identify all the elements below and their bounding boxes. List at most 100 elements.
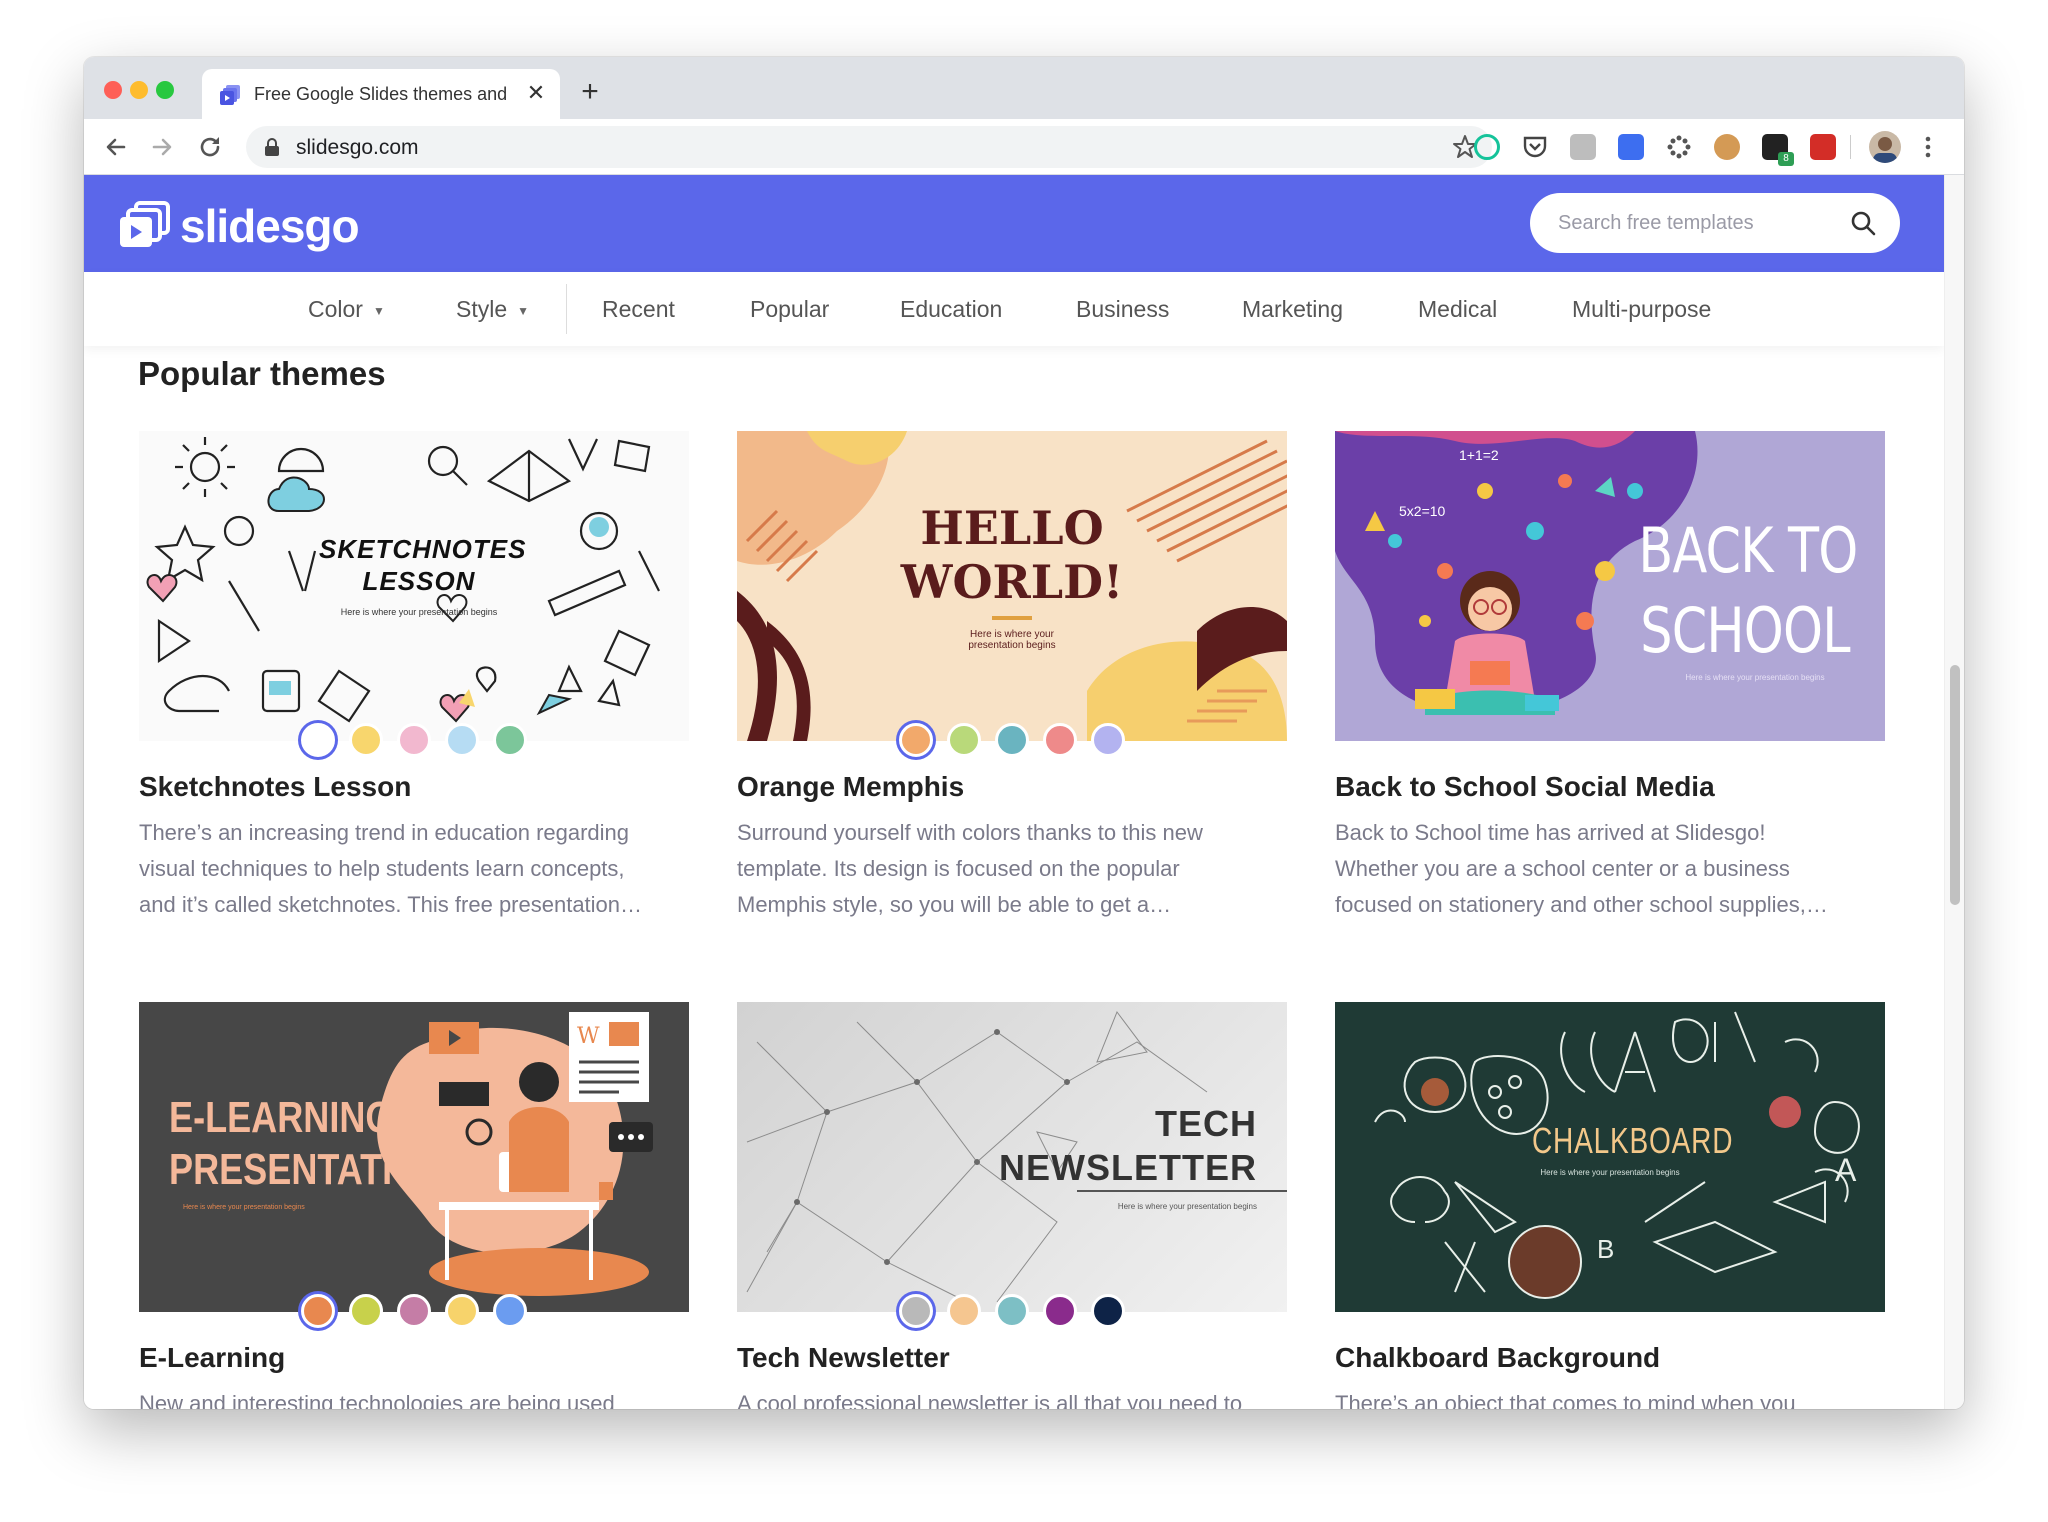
profile-avatar[interactable]: [1869, 131, 1901, 163]
swatch-pink[interactable]: [397, 723, 431, 757]
swatch-green[interactable]: [493, 723, 527, 757]
extension-badge: 8: [1778, 152, 1794, 166]
minimize-window-button[interactable]: [130, 81, 148, 99]
nav-multipurpose[interactable]: Multi-purpose: [1572, 296, 1711, 323]
nav-marketing[interactable]: Marketing: [1242, 296, 1343, 323]
card-title[interactable]: Sketchnotes Lesson: [139, 771, 411, 803]
swatch-orange[interactable]: [301, 1294, 335, 1328]
tab-bar: Free Google Slides themes and ✕ +: [84, 57, 1964, 119]
swatch-purple[interactable]: [1043, 1294, 1077, 1328]
swatch-orange[interactable]: [899, 723, 933, 757]
slidesgo-logo[interactable]: slidesgo: [120, 200, 380, 252]
tab-title: Free Google Slides themes and: [254, 84, 508, 104]
swatch-mauve[interactable]: [397, 1294, 431, 1328]
swatch-teal[interactable]: [995, 1294, 1029, 1328]
card-title[interactable]: Orange Memphis: [737, 771, 964, 803]
swatch-lavender[interactable]: [1091, 723, 1125, 757]
new-tab-button[interactable]: +: [574, 77, 606, 109]
card-description: Back to School time has arrived at Slide…: [1335, 820, 1828, 917]
card-title[interactable]: E-Learning: [139, 1342, 285, 1374]
thumb-subtitle: Here is where your presentation begins: [1540, 1168, 1680, 1177]
dashlane-extension-icon[interactable]: 8: [1762, 134, 1794, 166]
swatch-peach[interactable]: [947, 1294, 981, 1328]
color-swatches: [139, 723, 689, 761]
swatch-gray[interactable]: [899, 1294, 933, 1328]
thumb-subtitle: Here is where your presentation begins: [183, 1204, 305, 1211]
swatch-lime[interactable]: [947, 723, 981, 757]
logo-text: slidesgo: [180, 200, 360, 252]
color-swatches: [737, 723, 1287, 761]
search-icon[interactable]: [1850, 210, 1876, 236]
address-bar[interactable]: slidesgo.com: [246, 126, 1492, 168]
swatch-yellow[interactable]: [349, 723, 383, 757]
card-description: Surround yourself with colors thanks to …: [737, 820, 1203, 917]
swatch-blue[interactable]: [493, 1294, 527, 1328]
theme-thumbnail[interactable]: HELLO WORLD! Here is where your presenta…: [737, 431, 1287, 741]
card-description: There’s an increasing trend in education…: [139, 820, 643, 917]
swatch-teal[interactable]: [995, 723, 1029, 757]
swatch-white[interactable]: [301, 723, 335, 757]
nav-popular[interactable]: Popular: [750, 296, 829, 323]
lastpass-extension-icon[interactable]: [1810, 134, 1836, 160]
thumb-title-line-2: NEWSLETTER: [999, 1147, 1257, 1188]
nav-education[interactable]: Education: [900, 296, 1002, 323]
thumb-title-line-1: CHALKBOARD: [1532, 1120, 1734, 1161]
thumb-title-line-1: E-LEARNING: [169, 1093, 394, 1142]
page-scrollbar[interactable]: [1944, 175, 1964, 1409]
card-title[interactable]: Tech Newsletter: [737, 1342, 950, 1374]
swatch-olive[interactable]: [349, 1294, 383, 1328]
nav-style-label: Style: [456, 296, 508, 322]
theme-thumbnail[interactable]: SKETCHNOTES LESSON Here is where your pr…: [139, 431, 689, 741]
timer-extension-icon[interactable]: [1618, 134, 1644, 160]
caret-down-icon: ▼: [517, 303, 530, 318]
search-box[interactable]: [1530, 193, 1900, 253]
grammarly-extension-icon[interactable]: [1474, 134, 1500, 160]
scrollbar-thumb[interactable]: [1950, 665, 1960, 905]
card-description: New and interesting technologies are bei…: [139, 1391, 615, 1409]
section-title: Popular themes: [138, 355, 386, 392]
caret-down-icon: ▼: [372, 303, 385, 318]
forward-arrow-icon[interactable]: [146, 131, 178, 163]
search-input[interactable]: [1558, 207, 1848, 239]
tab-close-icon[interactable]: ✕: [522, 79, 550, 107]
maximize-window-button[interactable]: [156, 81, 174, 99]
pocket-extension-icon[interactable]: [1522, 134, 1548, 160]
back-arrow-icon[interactable]: [100, 131, 132, 163]
nav-color-dropdown[interactable]: Color ▼: [308, 296, 385, 323]
thumb-math-text: 5x2=10: [1399, 503, 1446, 519]
thumb-subtitle: Here is where your presentation begins: [340, 607, 498, 617]
reload-icon[interactable]: [194, 131, 226, 163]
theme-thumbnail[interactable]: TECH NEWSLETTER Here is where your prese…: [737, 1002, 1287, 1312]
nav-business[interactable]: Business: [1076, 296, 1169, 323]
browser-tab[interactable]: Free Google Slides themes and ✕: [202, 69, 560, 119]
kami-extension-icon[interactable]: [1570, 134, 1596, 160]
thumb-math-text: 1+1=2: [1459, 447, 1499, 463]
swatch-light-blue[interactable]: [445, 723, 479, 757]
grid-extension-icon[interactable]: [1666, 134, 1692, 160]
avatar-icon: [1873, 137, 1897, 163]
swatch-yellow[interactable]: [445, 1294, 479, 1328]
thumb-letter: B: [1597, 1234, 1615, 1264]
thumb-title-line-2: SCHOOL: [1640, 594, 1850, 667]
card-title[interactable]: Chalkboard Background: [1335, 1342, 1660, 1374]
cookie-extension-icon[interactable]: [1714, 134, 1740, 160]
thumb-title-line-1: TECH: [1155, 1103, 1257, 1144]
site-header: slidesgo: [84, 175, 1944, 272]
thumb-title-line-2: LESSON: [362, 566, 476, 596]
nav-recent[interactable]: Recent: [602, 296, 675, 323]
theme-thumbnail[interactable]: E-LEARNING PRESENTATION Here is where yo…: [139, 1002, 689, 1312]
theme-thumbnail[interactable]: CHALKBOARD Here is where your presentati…: [1335, 1002, 1885, 1312]
card-title[interactable]: Back to School Social Media: [1335, 771, 1715, 803]
thumb-letter: W: [577, 1024, 600, 1049]
close-window-button[interactable]: [104, 81, 122, 99]
nav-medical[interactable]: Medical: [1418, 296, 1497, 323]
thumb-title-line-2: PRESENTATION: [169, 1145, 447, 1194]
browser-toolbar: slidesgo.com 8: [84, 119, 1964, 175]
thumb-subtitle: Here is where your presentation begins: [1685, 673, 1825, 682]
theme-thumbnail[interactable]: BACK TO SCHOOL Here is where your presen…: [1335, 431, 1885, 741]
swatch-salmon[interactable]: [1043, 723, 1077, 757]
nav-style-dropdown[interactable]: Style ▼: [456, 296, 529, 323]
toolbar-separator: [1850, 135, 1851, 159]
browser-menu-icon[interactable]: [1920, 133, 1936, 161]
swatch-navy[interactable]: [1091, 1294, 1125, 1328]
